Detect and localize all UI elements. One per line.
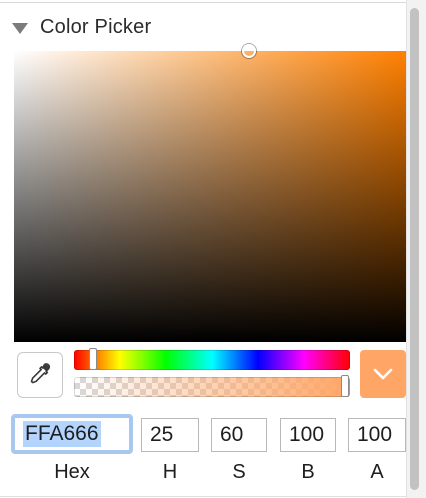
eyedropper-button[interactable] [17, 352, 63, 398]
hex-input[interactable]: FFA666 [11, 414, 133, 454]
saturation-brightness-area[interactable] [14, 44, 406, 342]
brightness-input[interactable]: 100 [280, 418, 336, 452]
alpha-input[interactable]: 100 [348, 418, 406, 452]
saturation-label: S [232, 461, 246, 483]
hex-value: FFA666 [23, 421, 101, 447]
alpha-slider-thumb[interactable] [341, 375, 349, 397]
panel-title: Color Picker [40, 15, 152, 38]
saturation-brightness-handle[interactable] [242, 44, 257, 58]
alpha-slider[interactable] [74, 375, 350, 397]
chevron-down-icon [373, 368, 393, 380]
brightness-label: B [301, 461, 315, 483]
hex-label: Hex [54, 461, 90, 483]
hue-value: 25 [150, 423, 174, 446]
alpha-value: 100 [357, 423, 393, 446]
hue-slider-thumb[interactable] [89, 348, 98, 370]
brightness-value: 100 [289, 423, 325, 446]
vertical-scrollbar-thumb[interactable] [410, 8, 419, 490]
alpha-label: A [370, 461, 384, 483]
eyedropper-icon [30, 363, 51, 384]
panel-bottom-divider [0, 496, 406, 497]
hue-slider[interactable] [74, 348, 350, 370]
saturation-value: 60 [220, 423, 244, 446]
saturation-input[interactable]: 60 [211, 418, 267, 452]
color-picker-header[interactable]: Color Picker [12, 12, 151, 42]
color-picker-panel: Color Picker FFA666 25 60 100 100 Hex H … [0, 0, 406, 498]
panel-top-divider [0, 2, 406, 3]
hue-input[interactable]: 25 [141, 418, 199, 452]
hue-label: H [162, 461, 178, 483]
disclosure-triangle-down-icon[interactable] [12, 22, 28, 34]
color-swatch-dropdown-button[interactable] [360, 350, 406, 398]
